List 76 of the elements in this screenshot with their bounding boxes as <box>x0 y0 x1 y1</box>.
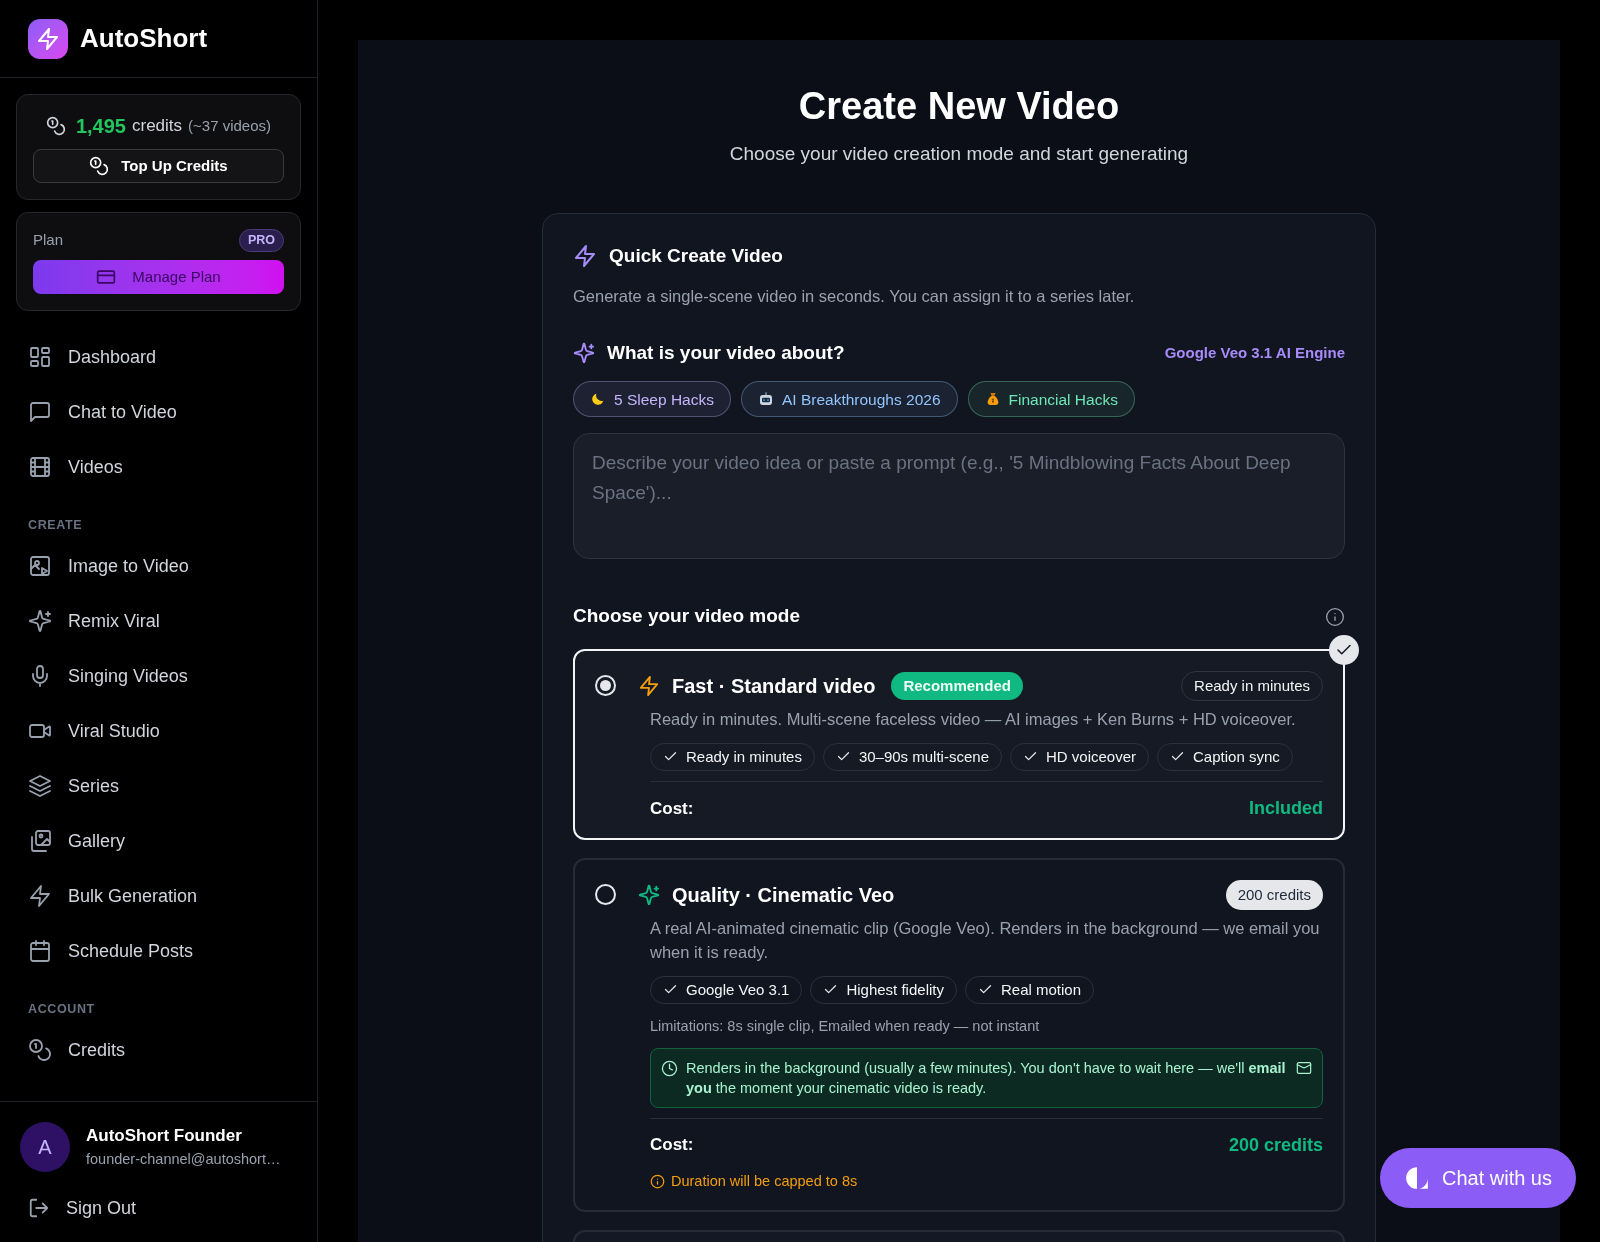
mode-description: A real AI-animated cinematic clip (Google Veo). Renders in the background — we email you when it is ready. <box>650 917 1321 963</box>
coins-icon <box>45 116 66 136</box>
user-email: founder-channel@autoshort… <box>86 1149 281 1169</box>
info-icon <box>650 1173 665 1189</box>
section-heading: ACCOUNT <box>27 1000 96 1018</box>
user-avatar: A <box>20 1122 70 1172</box>
image-icon <box>28 554 52 579</box>
mode-description: Ready in minutes. Multi-scene faceless video — AI images + Ken Burns + HD voiceover. <box>650 708 1297 730</box>
nav-item[interactable]: Gallery <box>16 813 301 869</box>
nav-item[interactable]: Series <box>16 758 301 814</box>
radio-button[interactable] <box>595 884 616 906</box>
lightning-icon <box>638 674 660 697</box>
dashboard-icon <box>28 345 52 370</box>
suggestion-chip[interactable]: Financial Hacks <box>967 381 1135 418</box>
mode-card[interactable] <box>573 857 1345 1213</box>
mode-tag: 200 credits <box>1225 879 1323 910</box>
notice-text: Renders in the background (usually a few minutes). You don't have to wait here — we'll email you the moment your cinematic video is ready. <box>686 1058 1287 1098</box>
prompt-field[interactable]: Describe your video idea or paste a prompt (e.g., '5 Mindblowing Facts About Deep Space')... <box>573 433 1345 560</box>
mode-title: Fast · Standard video <box>672 673 876 699</box>
nav-item[interactable]: Chat to Video <box>16 384 301 440</box>
mode-heading: Choose your video mode <box>573 604 800 629</box>
nav-item[interactable]: Bulk Generation <box>16 868 301 924</box>
suggestion-chip[interactable]: 5 Sleep Hacks <box>573 381 731 418</box>
film-icon <box>28 455 52 480</box>
limitations-text: Limitations: 8s single clip, Emailed when ready — not instant <box>650 1016 1041 1036</box>
cost-label: Cost: <box>650 1134 694 1157</box>
plan-badge: PRO <box>238 229 284 252</box>
credits-unit: credits <box>132 115 183 138</box>
info-icon <box>1325 606 1345 627</box>
coins-icon <box>89 156 110 176</box>
logo-icon <box>28 18 68 59</box>
sparkles-icon <box>28 609 52 634</box>
chat-button[interactable]: Chat with us <box>1379 1148 1576 1208</box>
mode-title: Quality · Cinematic Veo <box>672 882 895 908</box>
nav-item[interactable]: Remix Viral <box>16 593 301 649</box>
cost-value: Included <box>1249 796 1323 820</box>
lightning-icon <box>573 243 597 268</box>
nav-item[interactable]: Schedule Posts <box>16 923 301 979</box>
cost-value: 200 credits <box>1228 1133 1323 1157</box>
page-title: Create New Video <box>798 84 1120 129</box>
brand-name: AutoShort <box>80 22 208 55</box>
nav-item[interactable]: Image to Video <box>16 538 301 594</box>
warning-text: Duration will be capped to 8s <box>671 1171 858 1191</box>
nav-item[interactable]: Videos <box>16 439 301 495</box>
top-up-credits-button[interactable]: Top Up Credits <box>33 149 284 183</box>
nav-item[interactable]: Singing Videos <box>16 648 301 704</box>
card-title: Quick Create Video <box>609 243 783 268</box>
layers-icon <box>28 774 52 799</box>
sparkles-icon <box>573 342 595 364</box>
credits-amount: 1,495 <box>75 114 126 139</box>
page-subtitle: Choose your video creation mode and start generating <box>729 142 1189 166</box>
calendar-icon <box>28 939 52 964</box>
mail-icon <box>1296 1059 1312 1076</box>
credits-estimate: (~37 videos) <box>188 115 272 136</box>
radio-button[interactable] <box>595 675 616 697</box>
prompt-heading: What is your video about? <box>607 340 845 365</box>
user-name: AutoShort Founder <box>86 1125 243 1148</box>
coins-icon <box>28 1038 52 1063</box>
nav-item[interactable]: Credits <box>16 1022 301 1078</box>
engine-label: Google Veo 3.1 AI Engine <box>1164 342 1345 363</box>
lightning-icon <box>28 884 52 909</box>
cost-label: Cost: <box>650 797 694 820</box>
moon-icon <box>590 391 606 408</box>
sign-out-icon <box>28 1197 50 1219</box>
suggestion-chip[interactable]: AI Breakthroughs 2026 <box>740 381 958 418</box>
sign-out-button[interactable]: Sign Out <box>20 1186 297 1230</box>
section-heading: CREATE <box>27 516 84 534</box>
robot-icon <box>757 391 774 408</box>
gallery-icon <box>28 829 52 854</box>
plan-label: Plan <box>33 230 64 251</box>
nav-item[interactable]: Dashboard <box>16 329 301 385</box>
sparkles-icon <box>638 883 660 906</box>
nav-item[interactable]: Viral Studio <box>16 703 301 759</box>
card-description: Generate a single-scene video in seconds. You can assign it to a series later. <box>573 286 1136 307</box>
recommended-badge: Recommended <box>891 671 1023 700</box>
clock-icon <box>661 1059 678 1077</box>
